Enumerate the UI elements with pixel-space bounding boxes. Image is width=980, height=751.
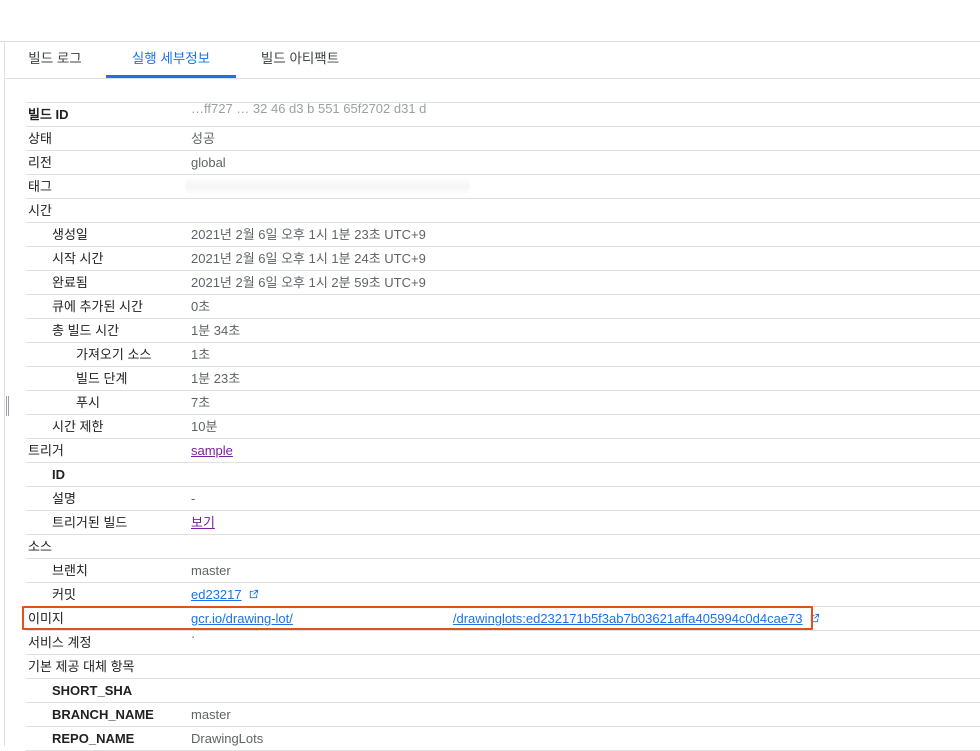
row-label: 태그 <box>28 179 52 194</box>
table-row: 트리거 sample <box>26 439 980 463</box>
table-row: ID <box>26 463 980 487</box>
table-row: 설명 - <box>26 487 980 511</box>
row-label: 이미지 <box>28 611 64 626</box>
queued-value: 0초 <box>191 299 211 314</box>
started-value: 2021년 2월 6일 오후 1시 1분 24초 UTC+9 <box>191 251 426 266</box>
row-label: 빌드 ID <box>28 107 69 122</box>
details-table: 빌드 ID …ff727 … 32 46 d3 b 551 65f2702 d3… <box>26 101 980 751</box>
image-link[interactable]: gcr.io/drawing-lot/ /drawinglots:ed232171… <box>191 611 803 626</box>
branch-name-value: master <box>191 707 231 722</box>
table-row: SHORT_SHA <box>26 679 980 703</box>
table-row: 이미지 gcr.io/drawing-lot/ /drawinglots:ed23… <box>26 607 980 631</box>
table-row: 서비스 계정 · <box>26 629 980 655</box>
row-label: 총 빌드 시간 <box>52 323 120 338</box>
row-label: 상태 <box>28 131 52 146</box>
table-row: 완료됨 2021년 2월 6일 오후 1시 2분 59초 UTC+9 <box>26 271 980 295</box>
table-row: 생성일 2021년 2월 6일 오후 1시 1분 23초 UTC+9 <box>26 223 980 247</box>
table-row: 가져오기 소스 1초 <box>26 343 980 367</box>
description-value: - <box>191 491 196 506</box>
commit-link[interactable]: ed23217 <box>191 587 242 602</box>
external-link-icon[interactable] <box>809 613 820 624</box>
row-label: 생성일 <box>52 227 88 242</box>
row-label: 시작 시간 <box>52 251 104 266</box>
row-label: SHORT_SHA <box>52 683 133 698</box>
row-label: 큐에 추가된 시간 <box>52 299 143 314</box>
table-row: 총 빌드 시간 1분 34초 <box>26 319 980 343</box>
image-link-prefix: gcr.io/drawing-lot/ <box>191 611 293 626</box>
table-row: 큐에 추가된 시간 0초 <box>26 295 980 319</box>
row-label: REPO_NAME <box>52 731 135 746</box>
table-row: 리전 global <box>26 151 980 175</box>
row-label: 서비스 계정 <box>28 635 92 650</box>
service-account-value: · <box>191 629 196 644</box>
table-row: 시간 제한 10분 <box>26 415 980 439</box>
top-bar <box>0 0 980 42</box>
table-row: 브랜치 master <box>26 559 980 583</box>
trigger-link[interactable]: sample <box>191 443 233 458</box>
table-row: 시간 <box>26 199 980 223</box>
row-label: 트리거 <box>28 443 64 458</box>
build-id-value: …ff727 … 32 46 d3 b 551 65f2702 d31 d <box>191 101 427 116</box>
table-row: 소스 <box>26 535 980 559</box>
table-row: REPO_NAME DrawingLots <box>26 727 980 751</box>
table-row: 커밋 ed23217 <box>26 583 980 607</box>
row-label: ID <box>52 467 65 482</box>
repo-name-value: DrawingLots <box>191 731 264 746</box>
finished-value: 2021년 2월 6일 오후 1시 2분 59초 UTC+9 <box>191 275 426 290</box>
view-triggered-builds-link[interactable]: 보기 <box>191 515 215 530</box>
table-row: 태그 <box>26 175 980 199</box>
row-label: 완료됨 <box>52 275 88 290</box>
row-label: BRANCH_NAME <box>52 707 154 722</box>
total-build-value: 1분 34초 <box>191 323 241 338</box>
external-link-icon[interactable] <box>248 589 259 600</box>
tab-build-log[interactable]: 빌드 로그 <box>15 42 95 78</box>
table-row: 빌드 ID …ff727 … 32 46 d3 b 551 65f2702 d3… <box>26 101 980 127</box>
branch-value: master <box>191 563 231 578</box>
row-label: 소스 <box>28 539 52 554</box>
fetch-source-value: 1초 <box>191 347 211 362</box>
build-steps-value: 1분 23초 <box>191 371 241 386</box>
row-label: 빌드 단계 <box>76 371 128 386</box>
timeout-value: 10분 <box>191 419 218 434</box>
row-label: 푸시 <box>76 395 100 410</box>
row-label: 가져오기 소스 <box>76 347 152 362</box>
row-label: 트리거된 빌드 <box>52 515 128 530</box>
status-value: 성공 <box>191 131 215 146</box>
row-label: 시간 <box>28 203 52 218</box>
region-value: global <box>191 155 226 170</box>
row-label: 기본 제공 대체 항목 <box>28 659 135 674</box>
redacted-segment <box>293 620 453 621</box>
table-row: 기본 제공 대체 항목 <box>26 655 980 679</box>
table-row: 푸시 7초 <box>26 391 980 415</box>
created-value: 2021년 2월 6일 오후 1시 1분 23초 UTC+9 <box>191 227 426 242</box>
tab-bar: 빌드 로그 실행 세부정보 빌드 아티팩트 <box>5 42 980 79</box>
row-label: 시간 제한 <box>52 419 104 434</box>
table-row: 상태 성공 <box>26 127 980 151</box>
tab-execution-details[interactable]: 실행 세부정보 <box>106 42 236 78</box>
table-row: 시작 시간 2021년 2월 6일 오후 1시 1분 24초 UTC+9 <box>26 247 980 271</box>
panel-divider <box>4 42 5 746</box>
row-label: 설명 <box>52 491 76 506</box>
push-value: 7초 <box>191 395 211 410</box>
row-label: 커밋 <box>52 587 76 602</box>
table-row: 트리거된 빌드 보기 <box>26 511 980 535</box>
table-row: 빌드 단계 1분 23초 <box>26 367 980 391</box>
table-row: BRANCH_NAME master <box>26 703 980 727</box>
resize-handle-icon[interactable] <box>6 396 9 416</box>
row-label: 브랜치 <box>52 563 88 578</box>
image-link-suffix: /drawinglots:ed232171b5f3ab7b03621affa40… <box>452 611 803 626</box>
tab-build-artifacts[interactable]: 빌드 아티팩트 <box>245 42 355 78</box>
row-label: 리전 <box>28 155 52 170</box>
